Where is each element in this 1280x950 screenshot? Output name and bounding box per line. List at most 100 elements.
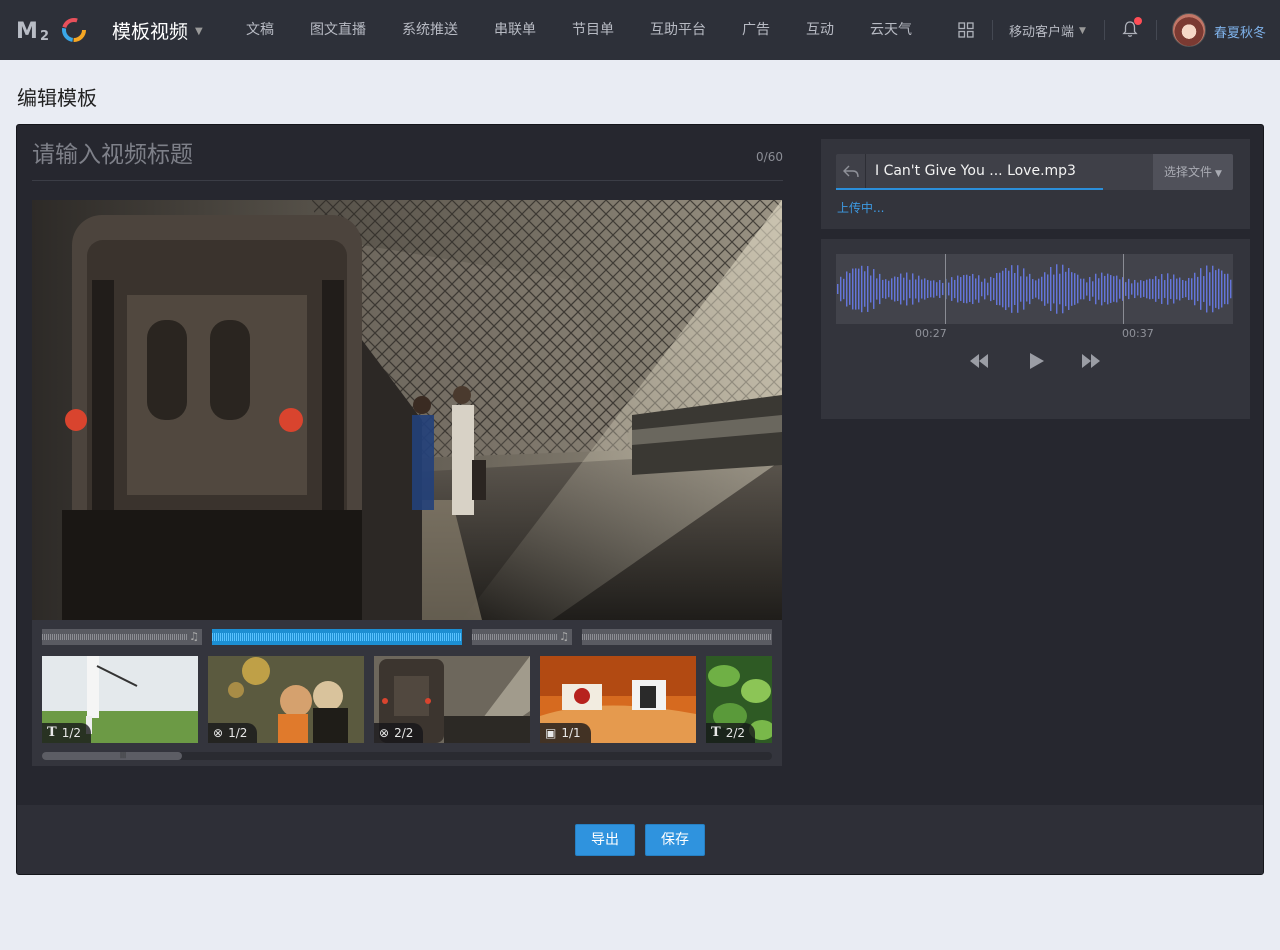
reply-icon[interactable] [836, 154, 866, 190]
waveform-bar [1161, 274, 1163, 304]
clip-thumbnail[interactable]: T 2/2 [706, 656, 772, 743]
waveform-bar [993, 278, 995, 300]
logo[interactable]: M 2 [16, 16, 88, 44]
waveform-bar [1002, 270, 1004, 308]
waveform-bar [987, 282, 989, 296]
waveform-bar [930, 280, 932, 298]
waveform-bar [843, 278, 845, 300]
waveform-bar [870, 275, 872, 303]
music-note-icon: ♫ [559, 630, 569, 643]
waveform-bar [1071, 272, 1073, 306]
audio-file-name: I Can't Give You ... Love.mp3 [875, 163, 1076, 179]
waveform-bar [984, 278, 986, 300]
timeline-scrollbar[interactable]: ||| [42, 752, 772, 760]
waveform-bar [924, 278, 926, 300]
waveform-bar [1140, 280, 1142, 298]
time-end: 00:37 [1122, 327, 1154, 340]
nav-item-push[interactable]: 系统推送 [384, 0, 476, 60]
save-button[interactable]: 保存 [645, 824, 705, 856]
avatar[interactable] [1172, 13, 1206, 47]
caret-down-icon: ▼ [1079, 25, 1086, 36]
waveform-bar [1137, 282, 1139, 296]
waveform-bar [1134, 279, 1136, 299]
clip-badge: ▣ 1/1 [540, 723, 591, 743]
audio-track[interactable]: ♫ [472, 629, 572, 645]
waveform-bar [1119, 279, 1121, 299]
nav-item-rundown[interactable]: 串联单 [476, 0, 554, 60]
waveform-bar [921, 279, 923, 299]
nav-item-interaction[interactable]: 互动 [788, 0, 852, 60]
playhead-start-marker[interactable] [945, 254, 946, 324]
play-icon[interactable] [1029, 352, 1045, 370]
audio-file-field[interactable]: I Can't Give You ... Love.mp3 选择文件 ▼ [836, 154, 1233, 190]
nav-item-manuscript[interactable]: 文稿 [228, 0, 292, 60]
audio-track-active[interactable] [212, 629, 462, 645]
video-preview[interactable] [32, 200, 782, 620]
waveform-bar [1095, 273, 1097, 305]
waveform-bar [909, 279, 911, 299]
waveform-bars [837, 264, 1232, 314]
waveform-bar [1101, 272, 1103, 306]
waveform-bar [837, 283, 839, 295]
train-station-image [32, 200, 782, 620]
waveform-bar [1077, 274, 1079, 304]
nav-item-weather[interactable]: 云天气 [852, 0, 930, 60]
waveform-bar [1218, 268, 1220, 310]
waveform-bar [1032, 279, 1034, 299]
waveform-bar [1224, 273, 1226, 305]
waveform-bar [963, 275, 965, 303]
nav-item-mutual-aid[interactable]: 互助平台 [632, 0, 724, 60]
caret-down-icon: ▼ [1215, 169, 1222, 179]
waveform-bar [966, 274, 968, 304]
waveform-bar [1209, 272, 1211, 306]
clip-thumbnail[interactable]: ⊗ 1/2 [208, 656, 364, 743]
text-icon: T [47, 725, 57, 740]
grid-icon[interactable] [958, 22, 974, 38]
text-icon: T [711, 725, 721, 740]
clip-thumbnail[interactable]: ⊗ 2/2 [374, 656, 530, 743]
rewind-icon[interactable] [969, 353, 989, 369]
audio-track[interactable]: ♫ [42, 629, 202, 645]
scrollbar-thumb[interactable]: ||| [42, 752, 182, 760]
video-title-input[interactable] [32, 138, 712, 172]
mobile-client-menu[interactable]: 移动客户端 ▼ [1009, 21, 1086, 40]
waveform-bar [867, 266, 869, 312]
waveform-bar [906, 272, 908, 306]
waveform-bar [1227, 273, 1229, 305]
waveform-bar [1200, 268, 1202, 310]
waveform-bar [942, 282, 944, 296]
export-button[interactable]: 导出 [575, 824, 635, 856]
waveform-bar [879, 273, 881, 305]
waveform-bar [1011, 265, 1013, 313]
app-switcher[interactable]: 模板视频 ▼ [112, 17, 203, 44]
waveform-bar [1083, 278, 1085, 300]
waveform-bar [1164, 280, 1166, 298]
waveform-bar [900, 273, 902, 305]
waveform-bar [1047, 274, 1049, 304]
video-off-icon: ⊗ [379, 726, 390, 740]
time-start: 00:27 [915, 327, 947, 340]
waveform-bar [1212, 265, 1214, 313]
clip-thumbnail[interactable]: ▣ 1/1 [540, 656, 696, 743]
waveform-bar [1221, 270, 1223, 308]
waveform-bar [1074, 273, 1076, 305]
fast-forward-icon[interactable] [1081, 353, 1101, 369]
waveform-bar [1113, 276, 1115, 302]
divider [992, 20, 993, 40]
nav-item-live-graphic[interactable]: 图文直播 [292, 0, 384, 60]
waveform-bar [1059, 273, 1061, 305]
waveform-bar [1167, 273, 1169, 305]
nav-item-ads[interactable]: 广告 [724, 0, 788, 60]
audio-waveform[interactable] [836, 254, 1233, 324]
nav-item-program[interactable]: 节目单 [554, 0, 632, 60]
playhead-end-marker[interactable] [1123, 254, 1124, 324]
waveform-bar [885, 279, 887, 299]
clip-thumbnail[interactable]: T 1/2 [42, 656, 198, 743]
waveform-bar [972, 273, 974, 305]
waveform-bar [1191, 278, 1193, 300]
choose-file-button[interactable]: 选择文件 ▼ [1153, 154, 1233, 190]
waveform-bar [1092, 281, 1094, 297]
audio-track[interactable] [582, 629, 772, 645]
username[interactable]: 春夏秋冬 [1214, 22, 1266, 41]
waveform-bar [1149, 278, 1151, 300]
